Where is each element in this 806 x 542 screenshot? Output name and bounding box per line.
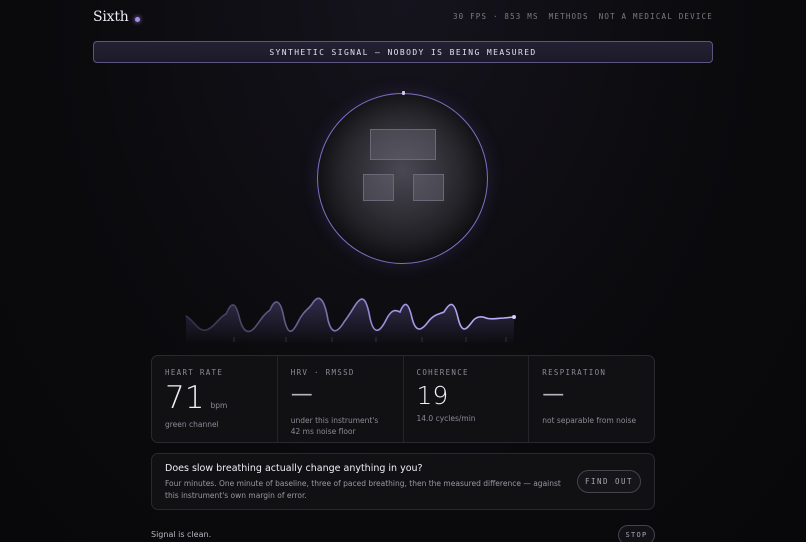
find-out-button[interactable]: FIND OUT xyxy=(577,470,641,493)
hrv-value: — xyxy=(290,382,313,407)
metrics-panel: HEART RATE 71 bpm green channel HRV · RM… xyxy=(151,355,655,443)
metric-respiration: RESPIRATION — not separable from noise xyxy=(529,356,654,442)
forehead-roi-box xyxy=(370,129,436,160)
signal-status: Signal is clean. xyxy=(151,530,212,539)
heart-rate-unit: bpm xyxy=(210,401,228,410)
waveform-head-dot xyxy=(512,315,516,319)
pulse-waveform xyxy=(176,297,632,344)
face-tracking-view xyxy=(317,91,488,264)
metric-heart-rate: HEART RATE 71 bpm green channel xyxy=(152,356,278,442)
fps-readout: 30 FPS · 853 MS xyxy=(452,12,539,21)
brand-name: Sixth xyxy=(93,9,129,25)
left-cheek-roi-box xyxy=(363,174,394,201)
metric-label: COHERENCE xyxy=(416,368,469,377)
ring-marker xyxy=(402,91,405,95)
experiment-title: Does slow breathing actually change anyt… xyxy=(165,463,423,474)
coherence-value: 19 xyxy=(416,381,449,410)
heart-rate-value: 71 xyxy=(165,380,205,416)
metric-subtext: under this instrument's 42 ms noise floo… xyxy=(290,416,379,436)
top-nav: 30 FPS · 853 MS METHODS NOT A MEDICAL DE… xyxy=(453,12,713,21)
metric-label: HEART RATE xyxy=(165,368,224,377)
methods-link[interactable]: METHODS xyxy=(549,12,589,21)
medical-disclaimer: NOT A MEDICAL DEVICE xyxy=(598,12,713,21)
stop-button[interactable]: STOP xyxy=(618,525,655,542)
metric-hrv: HRV · RMSSD — under this instrument's 42… xyxy=(278,356,404,442)
synthetic-signal-banner: SYNTHETIC SIGNAL — NOBODY IS BEING MEASU… xyxy=(93,41,713,63)
metric-subtext: green channel xyxy=(165,420,219,429)
breathing-experiment-card: Does slow breathing actually change anyt… xyxy=(151,453,655,510)
metric-subtext: 14.0 cycles/min xyxy=(416,414,476,423)
metric-value-row: 19 xyxy=(417,383,516,408)
experiment-description: Four minutes. One minute of baseline, th… xyxy=(165,479,561,500)
metric-coherence: COHERENCE 19 14.0 cycles/min xyxy=(404,356,530,442)
respiration-value: — xyxy=(542,382,565,407)
right-cheek-roi-box xyxy=(413,174,444,201)
metric-value-row: 71 bpm xyxy=(165,383,264,414)
brand-status-dot xyxy=(134,16,140,22)
metric-subtext: not separable from noise xyxy=(542,416,637,425)
brand: Sixth xyxy=(93,9,140,25)
metric-label: HRV · RMSSD xyxy=(290,368,355,377)
metric-label: RESPIRATION xyxy=(542,368,607,377)
